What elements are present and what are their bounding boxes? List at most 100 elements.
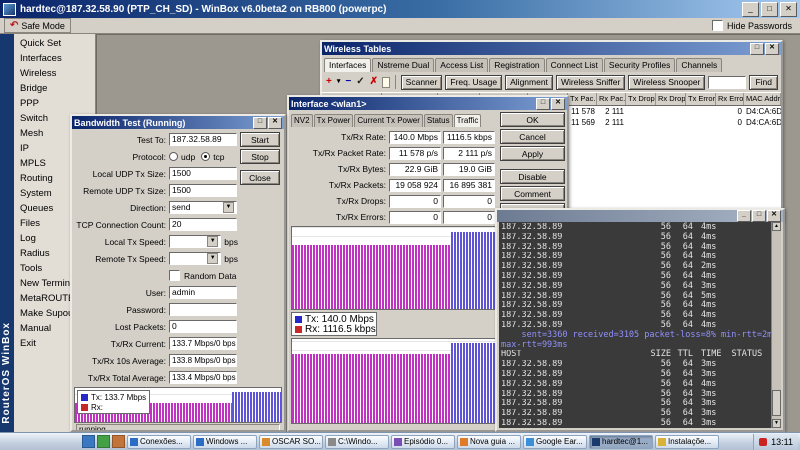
maximize-button[interactable]: □ (253, 117, 267, 129)
quick-launch-icon[interactable] (97, 435, 110, 448)
maximize-button[interactable]: □ (750, 43, 764, 55)
taskbar-item[interactable]: C:\Windo... (325, 435, 389, 449)
taskbar-item[interactable]: Instalaçõe... (655, 435, 719, 449)
wireless-tool-button[interactable]: Wireless Sniffer (556, 75, 625, 90)
hide-passwords-checkbox[interactable]: Hide Passwords (712, 20, 796, 31)
dialog-button[interactable]: Start (240, 132, 280, 147)
ping-result-line: 187.32.58.8956643ms (501, 282, 779, 292)
tab[interactable]: Nstreme Dual (372, 58, 434, 72)
close-button[interactable]: ✕ (551, 98, 565, 110)
remote-tx-speed-input[interactable]: ▼ (169, 252, 221, 265)
add-dropdown-icon[interactable]: ▾ (336, 75, 342, 89)
minimize-button[interactable]: _ (737, 210, 751, 222)
column-header[interactable]: Tx Errors (686, 93, 716, 105)
close-button[interactable]: ✕ (268, 117, 282, 129)
enable-icon[interactable]: ✓ (355, 75, 365, 89)
taskbar-item[interactable]: Google Ear... (523, 435, 587, 449)
tab[interactable]: Status (424, 114, 453, 127)
quick-launch-icon[interactable] (112, 435, 125, 448)
minimize-button[interactable]: _ (742, 2, 759, 17)
column-header[interactable]: MAC Addres (744, 93, 781, 105)
column-header[interactable]: Rx Drops (656, 93, 686, 105)
dialog-button[interactable]: Cancel (500, 129, 565, 144)
maximize-button[interactable]: □ (761, 2, 778, 17)
find-button[interactable]: Find (749, 75, 778, 90)
taskbar-item[interactable]: Episódio 0... (391, 435, 455, 449)
tcp-connection-count-input[interactable]: 20 (169, 218, 237, 231)
terminal-scrollbar[interactable]: ▲ ▼ (771, 222, 781, 428)
dropdown-icon[interactable]: ▼ (207, 253, 218, 264)
tab[interactable]: Channels (676, 58, 722, 72)
test-to-input[interactable]: 187.32.58.89 (169, 133, 237, 146)
wireless-tool-button[interactable]: Alignment (505, 75, 553, 90)
column-header[interactable]: Rx Pac... (597, 93, 626, 105)
terminal-output[interactable]: 187.32.58.8956644ms 187.32.58.8956644ms … (499, 222, 781, 428)
tab[interactable]: Connect List (546, 58, 603, 72)
scroll-down-icon[interactable]: ▼ (772, 419, 781, 428)
user-input[interactable]: admin (169, 286, 237, 299)
close-button[interactable]: ✕ (780, 2, 797, 17)
tab[interactable]: Registration (489, 58, 544, 72)
sidebar-item[interactable]: Bridge (14, 81, 95, 96)
tab[interactable]: Current Tx Power (354, 114, 423, 127)
tab[interactable]: Tx Power (314, 114, 354, 127)
direction-select[interactable]: send▼ (169, 201, 237, 214)
maximize-button[interactable]: □ (536, 98, 550, 110)
taskbar-item[interactable]: Nova guia ... (457, 435, 521, 449)
scroll-up-icon[interactable]: ▲ (772, 222, 781, 231)
disable-icon[interactable]: ✗ (369, 75, 379, 89)
wireless-tool-button[interactable]: Scanner (401, 75, 443, 90)
comment-icon[interactable] (382, 77, 390, 88)
tab[interactable]: Interfaces (324, 58, 371, 72)
close-button[interactable]: ✕ (767, 210, 781, 222)
local-tx-speed-input[interactable]: ▼ (169, 235, 221, 248)
sidebar-item[interactable]: Wireless (14, 66, 95, 81)
taskbar-item[interactable]: Windows ... (193, 435, 257, 449)
maximize-button[interactable]: □ (752, 210, 766, 222)
dialog-button[interactable]: Apply (500, 146, 565, 161)
tab[interactable]: Security Profiles (604, 58, 675, 72)
random-data-checkbox[interactable] (169, 270, 180, 281)
interface-titlebar[interactable]: Interface <wlan1> □ ✕ (289, 97, 567, 110)
wireless-titlebar[interactable]: Wireless Tables □ ✕ (322, 42, 781, 55)
dialog-button[interactable]: Stop (240, 149, 280, 164)
column-header[interactable]: Tx Pac... (568, 93, 597, 105)
tab[interactable]: Traffic (454, 114, 482, 127)
dropdown-icon[interactable]: ▼ (223, 202, 234, 213)
find-input[interactable] (708, 76, 746, 89)
dialog-button[interactable]: Comment (500, 186, 565, 201)
taskbar-item[interactable]: hardtec@1... (589, 435, 653, 449)
close-button[interactable]: ✕ (765, 43, 779, 55)
dialog-button[interactable]: Close (240, 170, 280, 185)
tray-icon[interactable] (759, 438, 767, 446)
dialog-button[interactable]: Disable (500, 169, 565, 184)
tab[interactable]: Access List (435, 58, 488, 72)
wireless-tool-button[interactable]: Freq. Usage (445, 75, 502, 90)
dropdown-icon[interactable]: ▼ (207, 236, 218, 247)
dialog-button[interactable]: OK (500, 112, 565, 127)
quick-launch-icon[interactable] (82, 435, 95, 448)
taskbar-item[interactable]: Conexões... (127, 435, 191, 449)
protocol-udp-radio[interactable] (169, 152, 178, 161)
add-icon[interactable]: + (325, 75, 333, 89)
column-header[interactable]: Tx Drops (626, 93, 656, 105)
rx-legend-key-icon (81, 404, 88, 411)
taskbar-item[interactable]: OSCAR SO... (259, 435, 323, 449)
wireless-action-buttons: ScannerFreq. UsageAlignmentWireless Snif… (401, 75, 706, 90)
local-udp-size-input[interactable]: 1500 (169, 167, 237, 180)
password-input[interactable] (169, 303, 237, 316)
sidebar-item[interactable]: Quick Set (14, 36, 95, 51)
scrollbar-thumb[interactable] (772, 390, 781, 416)
remote-udp-size-input[interactable]: 1500 (169, 184, 237, 197)
column-header[interactable]: Rx Errors (716, 93, 744, 105)
sidebar-item[interactable]: PPP (14, 96, 95, 111)
remove-icon[interactable]: − (344, 75, 352, 89)
protocol-tcp-radio[interactable] (201, 152, 210, 161)
wireless-tool-button[interactable]: Wireless Snooper (628, 75, 705, 90)
safe-mode-button[interactable]: ↶ Safe Mode (4, 18, 71, 33)
bandwidth-test-titlebar[interactable]: Bandwidth Test (Running) □ ✕ (72, 116, 284, 129)
tab[interactable]: NV2 (291, 114, 313, 127)
terminal-titlebar[interactable]: _ □ ✕ (497, 210, 783, 222)
sidebar-item[interactable]: Interfaces (14, 51, 95, 66)
main-titlebar[interactable]: hardtec@187.32.58.90 (PTP_CH_SD) - WinBo… (0, 0, 800, 18)
